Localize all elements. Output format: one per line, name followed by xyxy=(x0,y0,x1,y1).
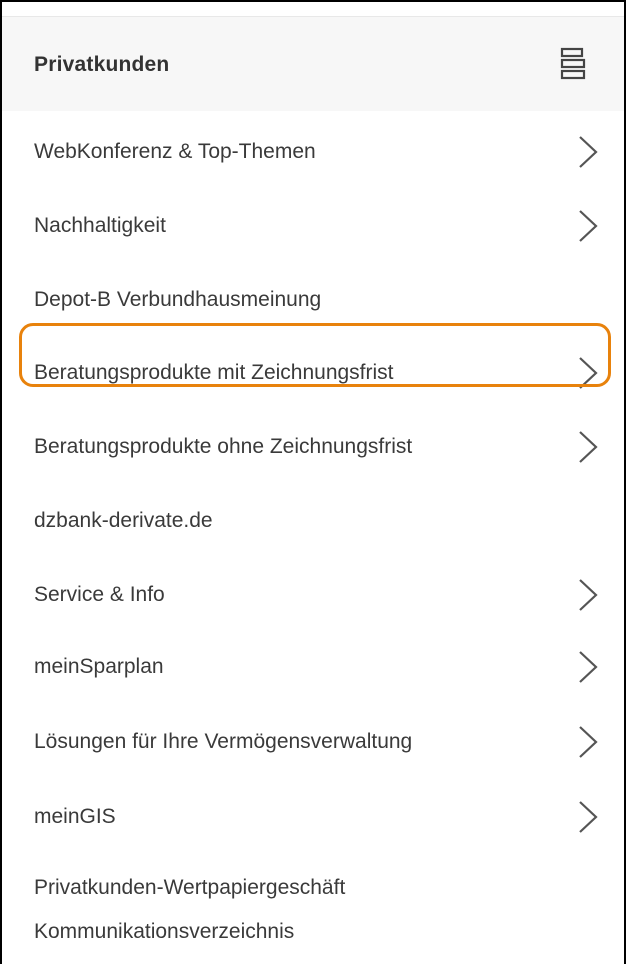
chevron-right-icon xyxy=(579,651,598,683)
chevron-right-icon xyxy=(579,726,598,758)
menu-item-label: Lösungen für Ihre Vermögensverwaltung xyxy=(34,730,413,753)
chevron-right-icon xyxy=(579,801,598,833)
chevron-right-icon xyxy=(579,357,598,389)
menu-item-service-info[interactable]: Service & Info xyxy=(2,555,624,627)
chevron-right-icon xyxy=(579,136,598,168)
menu-item-label-line2: Kommunikationsverzeichnis xyxy=(34,920,295,943)
menu-header: Privatkunden xyxy=(2,16,624,111)
menu-item-label: Privatkunden-Wertpapiergeschäft xyxy=(34,876,346,899)
menu-item-loesungen[interactable]: Lösungen für Ihre Vermögensverwaltung xyxy=(2,702,624,774)
menu-item-label: Nachhaltigkeit xyxy=(34,214,166,237)
menu-item-beratungsprodukte-ohne[interactable]: Beratungsprodukte ohne Zeichnungsfrist xyxy=(2,407,624,479)
menu-item-label: dzbank-derivate.de xyxy=(34,509,213,532)
menu-item-dzbank-derivate[interactable]: dzbank-derivate.de xyxy=(2,483,624,555)
menu-item-label: Beratungsprodukte ohne Zeichnungsfrist xyxy=(34,435,413,458)
menu-item-label: Beratungsprodukte mit Zeichnungsfrist xyxy=(34,361,394,384)
chevron-right-icon xyxy=(579,431,598,463)
menu-item-label: Depot-B Verbundhausmeinung xyxy=(34,288,322,311)
menu-item-nachhaltigkeit[interactable]: Nachhaltigkeit xyxy=(2,186,624,258)
menu-item-beratungsprodukte-mit[interactable]: Beratungsprodukte mit Zeichnungsfrist xyxy=(2,333,624,405)
menu-item-label: meinGIS xyxy=(34,805,116,828)
chevron-right-icon xyxy=(579,210,598,242)
menu-item-meingis[interactable]: meinGIS xyxy=(2,777,624,849)
menu-item-webkonferenz[interactable]: WebKonferenz & Top-Themen xyxy=(2,114,624,186)
menu-item-label: WebKonferenz & Top-Themen xyxy=(34,140,316,163)
menu-item-label: meinSparplan xyxy=(34,655,164,678)
menu-item-label: Service & Info xyxy=(34,583,165,606)
menu-item-depot-b[interactable]: Depot-B Verbundhausmeinung xyxy=(2,260,624,332)
menu-item-privatkunden-wertpapiergeschaeft[interactable]: Privatkunden-Wertpapiergeschäft Kommunik… xyxy=(2,848,624,960)
navigation-panel: Privatkunden WebKonferenz & Top-Themen N… xyxy=(0,0,626,964)
chevron-right-icon xyxy=(579,579,598,611)
menu-title: Privatkunden xyxy=(34,53,170,76)
menu-item-meinsparplan[interactable]: meinSparplan xyxy=(2,629,624,701)
stacked-layers-icon[interactable] xyxy=(558,47,588,81)
